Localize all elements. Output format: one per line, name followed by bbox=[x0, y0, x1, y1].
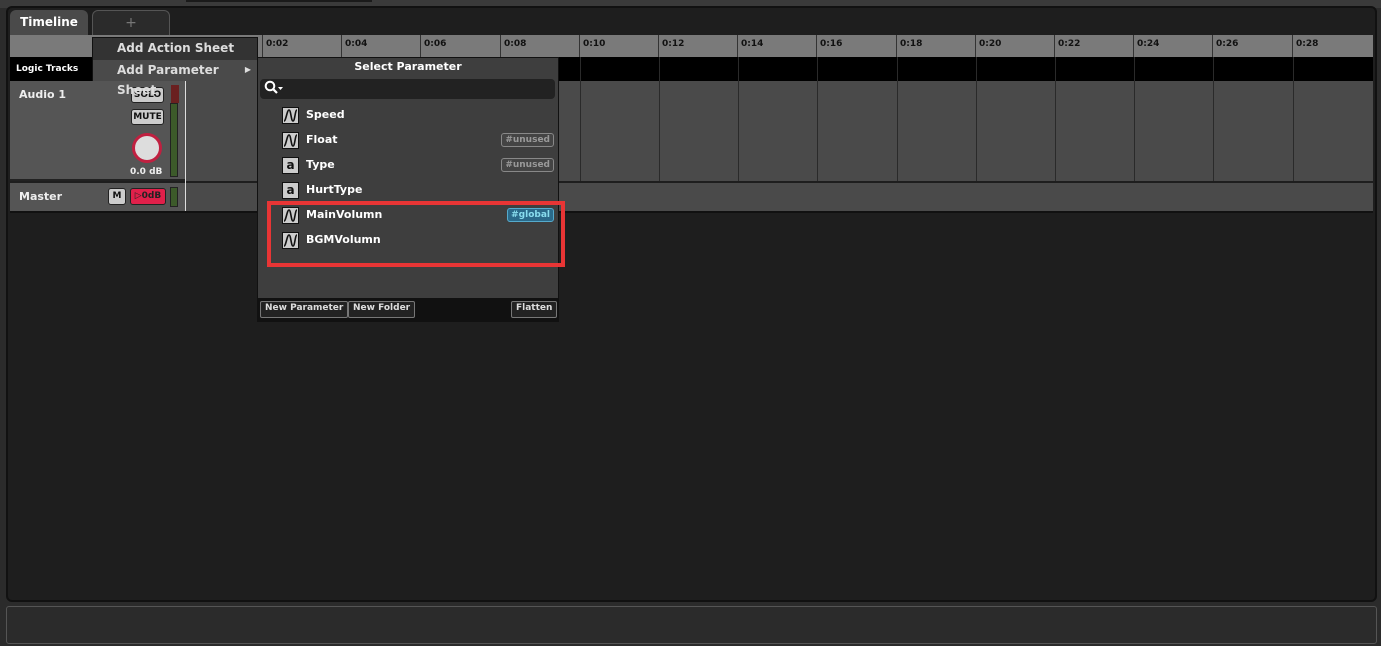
ruler-tick: 0:18 bbox=[896, 35, 922, 57]
parameter-name: Speed bbox=[306, 108, 345, 121]
grid-line bbox=[817, 81, 818, 181]
grid-line bbox=[976, 57, 977, 81]
curve-icon bbox=[282, 132, 299, 149]
grid-line bbox=[1213, 81, 1214, 181]
parameter-row-float[interactable]: Float #unused bbox=[280, 130, 556, 152]
volume-readout: 0.0 dB bbox=[130, 167, 163, 177]
menu-item-add-action-sheet[interactable]: Add Action Sheet bbox=[93, 38, 259, 59]
ruler-tick: 0:04 bbox=[341, 35, 367, 57]
play-arrow-icon: ▷ bbox=[134, 191, 142, 201]
new-parameter-button[interactable]: New Parameter bbox=[260, 301, 349, 318]
unused-tag: #unused bbox=[501, 158, 554, 172]
grid-line bbox=[976, 81, 977, 181]
text-icon: a bbox=[282, 157, 299, 174]
grid-line bbox=[1293, 81, 1294, 181]
top-bar-notch bbox=[186, 0, 372, 2]
master-track-name: Master bbox=[19, 190, 63, 203]
ruler-tick: 0:26 bbox=[1212, 35, 1238, 57]
search-icon[interactable] bbox=[264, 80, 284, 100]
grid-line bbox=[738, 57, 739, 81]
master-level-indicator: ▷0dB bbox=[130, 188, 166, 205]
ruler-tick: 0:02 bbox=[262, 35, 288, 57]
ruler-tick: 0:20 bbox=[975, 35, 1001, 57]
grid-line bbox=[659, 57, 660, 81]
ruler-tick: 0:22 bbox=[1054, 35, 1080, 57]
parameter-row-type[interactable]: a Type #unused bbox=[280, 155, 556, 177]
ruler-tick: 0:08 bbox=[500, 35, 526, 57]
mute-button[interactable]: MUTE bbox=[131, 109, 164, 125]
new-folder-button[interactable]: New Folder bbox=[348, 301, 416, 318]
panel-title: Select Parameter bbox=[354, 60, 462, 73]
grid-line bbox=[817, 57, 818, 81]
level-meter bbox=[170, 103, 178, 177]
tab-timeline[interactable]: Timeline bbox=[10, 10, 88, 36]
bottom-status-panel bbox=[6, 606, 1377, 644]
master-mute-button[interactable]: M bbox=[108, 188, 126, 205]
parameter-name: Float bbox=[306, 133, 338, 146]
submenu-arrow-icon: ▶ bbox=[244, 65, 251, 74]
ruler-tick: 0:14 bbox=[737, 35, 763, 57]
playhead-line bbox=[185, 81, 186, 213]
highlight-box bbox=[267, 201, 565, 267]
menu-item-add-parameter-sheet[interactable]: Add Parameter Sheet ▶ bbox=[93, 60, 259, 97]
ruler-tick: 0:12 bbox=[658, 35, 684, 57]
unused-tag: #unused bbox=[501, 133, 554, 147]
add-sheet-context-menu: Add Action Sheet Add Parameter Sheet ▶ bbox=[92, 37, 259, 97]
grid-line bbox=[1293, 57, 1294, 81]
logic-tracks-label: Logic Tracks bbox=[16, 64, 79, 74]
master-level-meter bbox=[170, 187, 178, 207]
ruler-tick: 0:24 bbox=[1133, 35, 1159, 57]
parameter-search-input[interactable] bbox=[260, 79, 555, 99]
grid-line bbox=[580, 81, 581, 181]
ruler-tick: 0:06 bbox=[420, 35, 446, 57]
master-track-header[interactable]: Master M ▷0dB bbox=[10, 183, 186, 211]
parameter-name: Type bbox=[306, 158, 335, 171]
menu-item-label: Add Action Sheet bbox=[117, 41, 235, 55]
parameter-name: HurtType bbox=[306, 183, 363, 196]
ruler-tick: 0:10 bbox=[579, 35, 605, 57]
ruler-tick: 0:28 bbox=[1292, 35, 1318, 57]
parameter-row-hurttype[interactable]: a HurtType bbox=[280, 180, 556, 202]
flatten-button[interactable]: Flatten bbox=[511, 301, 558, 318]
grid-line bbox=[1134, 81, 1135, 181]
grid-line bbox=[1134, 57, 1135, 81]
level-meter-peak bbox=[171, 85, 179, 103]
parameter-row-speed[interactable]: Speed bbox=[280, 105, 556, 127]
grid-line bbox=[897, 81, 898, 181]
text-icon: a bbox=[282, 182, 299, 199]
grid-line bbox=[1213, 57, 1214, 81]
curve-icon bbox=[282, 107, 299, 124]
grid-line bbox=[659, 81, 660, 181]
add-tab-button[interactable]: + bbox=[92, 10, 170, 36]
audio-1-track-header[interactable]: Audio 1 SOLO MUTE 0.0 dB bbox=[10, 81, 186, 181]
ruler-tick: 0:16 bbox=[816, 35, 842, 57]
grid-line bbox=[738, 81, 739, 181]
grid-line bbox=[897, 57, 898, 81]
master-level-label: 0dB bbox=[141, 191, 162, 201]
volume-knob[interactable] bbox=[132, 133, 162, 163]
lane-border bbox=[10, 211, 1373, 213]
grid-line bbox=[580, 57, 581, 81]
audio-1-track-name: Audio 1 bbox=[19, 88, 67, 101]
grid-line bbox=[1055, 57, 1056, 81]
panel-footer: New Parameter New Folder Flatten bbox=[258, 298, 558, 321]
grid-line bbox=[1055, 81, 1056, 181]
